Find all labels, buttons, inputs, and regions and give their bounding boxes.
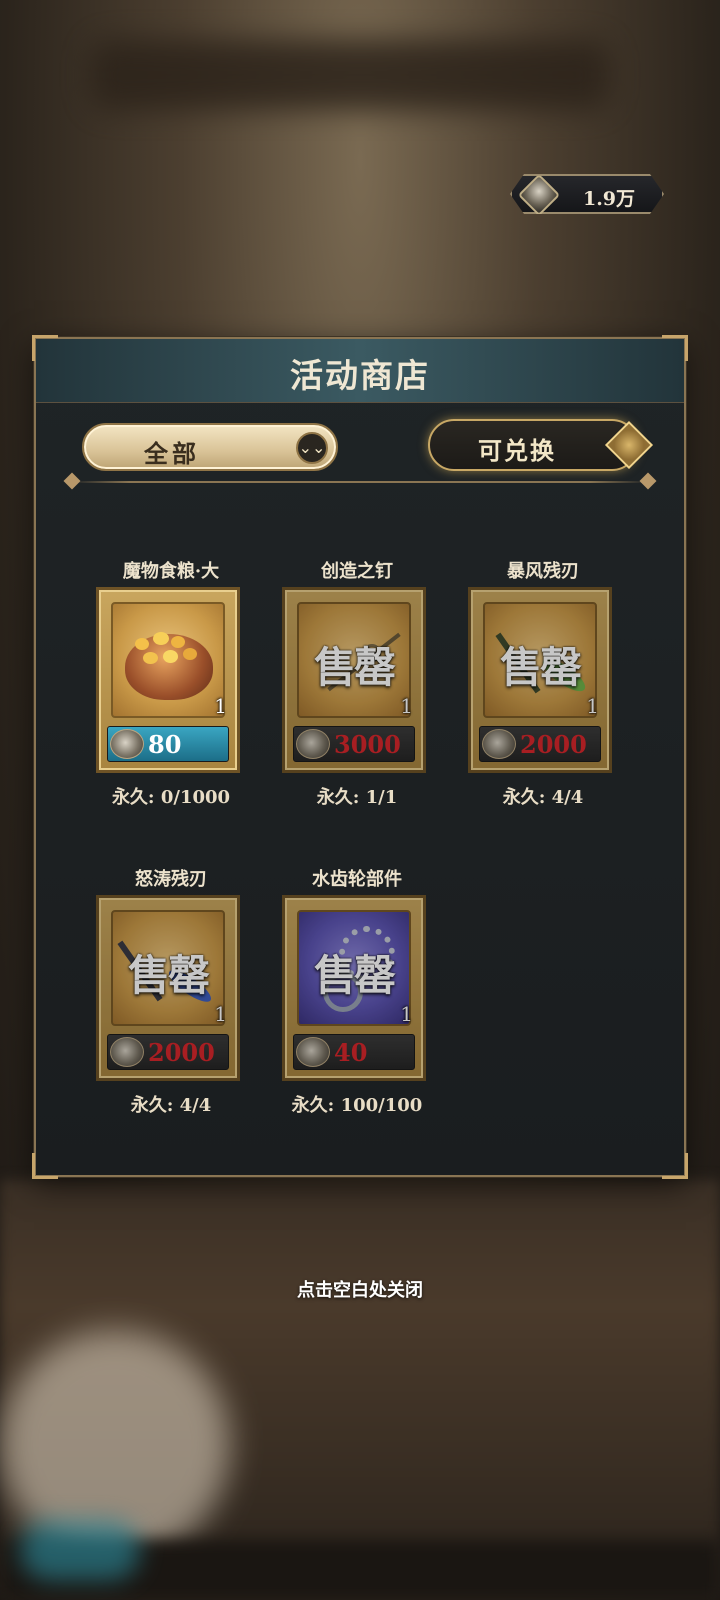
item-name: 水齿轮部件	[312, 869, 402, 890]
sold-out-label: 售罄	[313, 951, 396, 1000]
panel-corner-ornament	[662, 1153, 688, 1179]
item-stock: 永久: 4/4	[502, 787, 584, 808]
item-card[interactable]: 售罄 1 40	[282, 895, 426, 1081]
price-bar: 2000	[107, 1034, 229, 1070]
price-bar: 80	[107, 726, 229, 762]
item-stock: 永久: 4/4	[130, 1095, 212, 1116]
item-quantity: 1	[214, 694, 227, 718]
exchangeable-toggle[interactable]: 可兑换	[428, 419, 654, 471]
item-quantity: 1	[400, 694, 413, 718]
item-name: 创造之钉	[321, 561, 393, 582]
price-bar: 2000	[479, 726, 601, 762]
item-stock: 永久: 100/100	[291, 1095, 423, 1116]
green-blade-icon: 售罄	[483, 602, 597, 718]
item-card[interactable]: 售罄 1 3000	[282, 587, 426, 773]
item-price: 80	[148, 730, 182, 759]
item-card[interactable]: 售罄 1 2000	[468, 587, 612, 773]
item-quantity: 1	[400, 1002, 413, 1026]
currency-coin-icon	[296, 1037, 330, 1067]
currency-coin-icon	[110, 1037, 144, 1067]
sold-out-label: 售罄	[127, 951, 210, 1000]
toggle-knob-icon	[604, 420, 654, 470]
category-filter-dropdown[interactable]: 全部 ⌄⌄	[82, 423, 338, 471]
item-stock: 永久: 0/1000	[111, 787, 231, 808]
item-price: 2000	[148, 1038, 215, 1067]
chevron-double-down-icon: ⌄⌄	[296, 432, 328, 464]
panel-header: 活动商店	[36, 339, 684, 403]
currency-coin-icon	[296, 729, 330, 759]
divider-ornament	[63, 472, 81, 490]
item-quantity: 1	[586, 694, 599, 718]
item-quantity: 1	[214, 1002, 227, 1026]
sold-out-label: 售罄	[313, 643, 396, 692]
exchange-label: 可兑换	[478, 436, 556, 465]
item-stock: 永久: 1/1	[316, 787, 398, 808]
item-price: 40	[334, 1038, 368, 1067]
item-card[interactable]: 售罄 1 2000	[96, 895, 240, 1081]
nail-icon: 售罄	[297, 602, 411, 718]
currency-coin-icon	[482, 729, 516, 759]
shop-title: 活动商店	[290, 356, 430, 395]
currency-coin-icon	[110, 729, 144, 759]
filter-label: 全部	[144, 439, 200, 468]
background-top-bar	[90, 40, 610, 110]
close-hint[interactable]: 点击空白处关闭	[0, 1276, 720, 1302]
item-price: 2000	[520, 730, 587, 759]
panel-corner-ornament	[32, 1153, 58, 1179]
shop-panel: 活动商店 全部 ⌄⌄ 可兑换 魔物食粮·大 1 80 永久: 0/1000 创造…	[32, 335, 688, 1179]
food-basket-icon	[111, 602, 225, 718]
item-price: 3000	[334, 730, 401, 759]
currency-coin-icon	[518, 174, 560, 216]
item-name: 魔物食粮·大	[122, 561, 220, 582]
currency-value: 1.9万	[582, 188, 636, 210]
currency-display[interactable]: 1.9万	[510, 174, 664, 214]
item-card[interactable]: 1 80	[96, 587, 240, 773]
item-name: 暴风残刃	[507, 561, 579, 582]
price-bar: 3000	[293, 726, 415, 762]
divider-ornament	[639, 472, 657, 490]
price-bar: 40	[293, 1034, 415, 1070]
water-gear-icon: 售罄	[297, 910, 411, 1026]
section-divider	[72, 481, 648, 483]
blue-blade-icon: 售罄	[111, 910, 225, 1026]
background-teal-button	[20, 1520, 140, 1580]
sold-out-label: 售罄	[499, 643, 582, 692]
item-name: 怒涛残刃	[135, 869, 207, 890]
